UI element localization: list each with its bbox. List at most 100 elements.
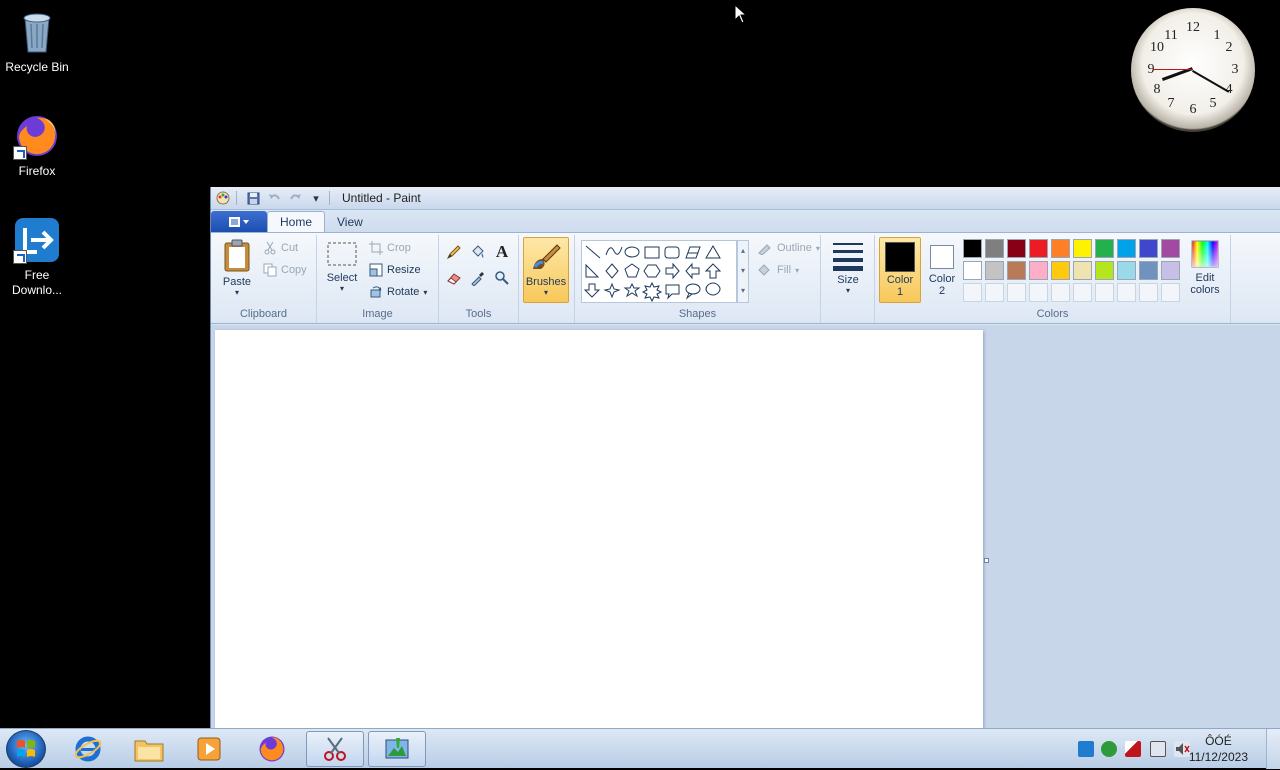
pencil-icon[interactable] [443, 241, 465, 263]
desktop-icon-free-download-manager[interactable]: Free Downlo... [0, 216, 74, 298]
color-swatch[interactable] [963, 239, 982, 258]
color-swatch[interactable] [1161, 239, 1180, 258]
color-swatch[interactable] [1029, 261, 1048, 280]
window-title: Untitled - Paint [342, 191, 421, 205]
edit-colors-label-2: colors [1190, 284, 1220, 296]
rotate-button[interactable]: Rotate ▾ [369, 285, 427, 299]
tray-network-icon[interactable] [1150, 741, 1166, 757]
clock-number: 6 [1189, 102, 1197, 117]
color-swatch[interactable] [1007, 239, 1026, 258]
color1-button[interactable]: Color 1 [879, 237, 921, 303]
copy-icon [263, 263, 277, 277]
tray-action-center-flag-icon[interactable] [1125, 741, 1141, 757]
brushes-button[interactable]: Brushes ▾ [523, 237, 569, 303]
file-menu-button[interactable] [211, 211, 267, 232]
edit-colors-button[interactable]: Edit colors [1185, 239, 1225, 296]
clock-number: 9 [1147, 62, 1155, 77]
desktop-icon-firefox[interactable]: Firefox [0, 112, 74, 179]
clock-gadget[interactable]: 12 1 2 3 4 5 6 7 8 9 10 11 [1131, 8, 1255, 132]
custom-color-swatch[interactable] [1139, 283, 1158, 302]
text-icon[interactable]: A [491, 241, 513, 263]
color-swatch[interactable] [1029, 239, 1048, 258]
custom-color-swatch[interactable] [1007, 283, 1026, 302]
custom-color-swatch[interactable] [1029, 283, 1048, 302]
size-button[interactable]: Size ▾ [829, 239, 867, 295]
color-picker-icon[interactable] [467, 267, 489, 289]
chevron-down-icon: ▾ [795, 265, 800, 275]
fill-label: Fill [777, 264, 792, 276]
color-swatch[interactable] [985, 239, 1004, 258]
tray-security-icon[interactable] [1101, 741, 1117, 757]
color-swatch[interactable] [1117, 239, 1136, 258]
eraser-icon[interactable] [443, 267, 465, 289]
outline-label: Outline [777, 242, 812, 254]
resize-button[interactable]: Resize [369, 263, 421, 277]
taskbar-media-player[interactable] [180, 731, 238, 767]
shapes-gallery-icons[interactable] [582, 241, 738, 304]
color-swatch[interactable] [1095, 261, 1114, 280]
tab-view[interactable]: View [325, 211, 375, 232]
shapes-gallery-scroll[interactable]: ▴ ▾ ▾ [737, 240, 749, 303]
firefox-icon [13, 112, 61, 160]
show-desktop-button[interactable] [1266, 729, 1280, 769]
system-clock[interactable]: ÔÓÉ 11/12/2023 [1189, 733, 1248, 765]
custom-color-swatch[interactable] [1073, 283, 1092, 302]
tray-free-download-manager-icon[interactable] [1078, 741, 1094, 757]
taskbar-file-explorer[interactable] [120, 731, 178, 767]
ribbon-tabs: Home View [211, 210, 1280, 232]
select-button[interactable]: Select ▾ [325, 241, 359, 293]
clipboard-group-label: Clipboard [239, 308, 288, 320]
custom-color-swatch[interactable] [1161, 283, 1180, 302]
save-icon[interactable] [244, 189, 262, 207]
shapes-group-label: Shapes [678, 308, 717, 320]
fill-button[interactable]: Fill ▾ [757, 263, 799, 277]
desktop-icon-label: Recycle Bin [5, 60, 69, 74]
undo-icon[interactable] [265, 189, 283, 207]
color-swatch[interactable] [1073, 261, 1092, 280]
resize-label: Resize [387, 264, 421, 276]
magnifier-icon[interactable] [491, 267, 513, 289]
color-swatch[interactable] [1073, 239, 1092, 258]
canvas-resize-handle[interactable] [984, 558, 989, 563]
color-swatch[interactable] [1161, 261, 1180, 280]
copy-button[interactable]: Copy [263, 263, 307, 277]
cut-button[interactable]: Cut [263, 241, 298, 255]
color-swatch[interactable] [1095, 239, 1114, 258]
ribbon: Paste ▾ Cut Copy Clipboard Select ▾ Crop… [211, 232, 1280, 324]
custom-color-swatch[interactable] [1095, 283, 1114, 302]
taskbar-firefox[interactable] [243, 731, 301, 767]
color-swatch[interactable] [1139, 239, 1158, 258]
clock-number: 2 [1225, 40, 1233, 55]
color2-button[interactable]: Color 2 [925, 237, 959, 303]
paste-button[interactable]: Paste ▾ [219, 239, 255, 297]
paint-app-icon[interactable] [214, 189, 232, 207]
taskbar-paint[interactable] [368, 731, 426, 767]
taskbar-internet-explorer[interactable] [59, 731, 117, 767]
chevron-down-icon: ▾ [423, 287, 428, 297]
fill-bucket-icon[interactable] [467, 241, 489, 263]
taskbar-snipping-tool[interactable] [306, 731, 364, 767]
desktop-icon-recycle-bin[interactable]: Recycle Bin [0, 8, 74, 75]
shortcut-arrow-icon [13, 250, 27, 264]
customize-toolbar-chevron-down-icon[interactable]: ▾ [307, 189, 325, 207]
redo-icon[interactable] [286, 189, 304, 207]
drawing-canvas[interactable] [215, 330, 983, 728]
start-button[interactable] [6, 730, 46, 768]
color-swatch[interactable] [1139, 261, 1158, 280]
outline-button[interactable]: Outline ▾ [757, 241, 820, 255]
clock-number: 7 [1167, 96, 1175, 111]
tab-home[interactable]: Home [267, 211, 326, 232]
color-swatch[interactable] [1007, 261, 1026, 280]
tray-volume-muted-icon[interactable] [1174, 741, 1190, 757]
color-swatch[interactable] [1051, 261, 1070, 280]
color-swatch[interactable] [1051, 239, 1070, 258]
color-swatch[interactable] [1117, 261, 1136, 280]
desktop-icon-label: Free Downlo... [11, 268, 63, 297]
color-swatch[interactable] [963, 261, 982, 280]
color-swatch[interactable] [985, 261, 1004, 280]
custom-color-swatch[interactable] [1117, 283, 1136, 302]
custom-color-swatch[interactable] [1051, 283, 1070, 302]
custom-color-swatch[interactable] [985, 283, 1004, 302]
crop-button[interactable]: Crop [369, 241, 411, 255]
custom-color-swatch[interactable] [963, 283, 982, 302]
